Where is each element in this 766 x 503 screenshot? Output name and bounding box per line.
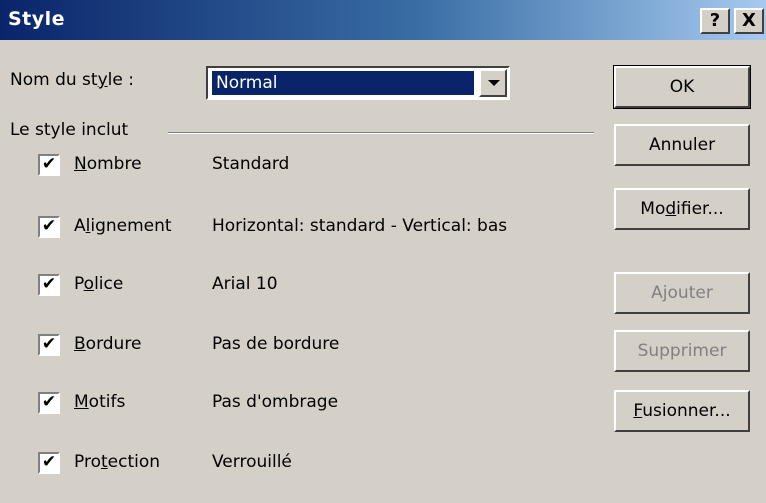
value-protection: Verrouillé — [212, 452, 292, 472]
checkbox-patterns[interactable]: ✔ — [38, 392, 60, 414]
close-button[interactable]: X — [734, 8, 764, 34]
cancel-button[interactable]: Annuler — [614, 124, 750, 166]
label-font: Police — [74, 274, 124, 294]
checkbox-border[interactable]: ✔ — [38, 334, 60, 356]
label-patterns: Motifs — [74, 392, 126, 412]
merge-button[interactable]: Fusionner... — [614, 390, 750, 432]
value-patterns: Pas d'ombrage — [212, 392, 339, 412]
checkbox-number[interactable]: ✔ — [38, 154, 60, 176]
ok-button[interactable]: OK — [613, 65, 751, 109]
value-alignment: Horizontal: standard - Vertical: bas — [212, 216, 508, 236]
delete-button: Supprimer — [614, 330, 750, 372]
style-name-label: Nom du style : — [10, 70, 134, 90]
style-includes-group-label: Le style inclut — [10, 120, 129, 140]
chevron-down-icon[interactable] — [479, 69, 507, 97]
checkbox-font[interactable]: ✔ — [38, 274, 60, 296]
value-font: Arial 10 — [212, 274, 278, 294]
checkbox-alignment[interactable]: ✔ — [38, 216, 60, 238]
checkbox-protection[interactable]: ✔ — [38, 452, 60, 474]
row-alignment: ✔ Alignement Horizontal: standard - Vert… — [0, 208, 600, 248]
style-name-value: Normal — [211, 70, 475, 96]
value-border: Pas de bordure — [212, 334, 340, 354]
title-bar[interactable]: Style ? X — [0, 0, 766, 40]
add-button: Ajouter — [614, 272, 750, 314]
modify-button[interactable]: Modifier... — [614, 188, 750, 230]
style-name-combo[interactable]: Normal — [206, 66, 510, 100]
value-number: Standard — [212, 154, 290, 174]
row-patterns: ✔ Motifs Pas d'ombrage — [0, 384, 600, 424]
row-border: ✔ Bordure Pas de bordure — [0, 326, 600, 366]
help-button[interactable]: ? — [700, 8, 730, 34]
label-border: Bordure — [74, 334, 142, 354]
label-protection: Protection — [74, 452, 161, 472]
row-number: ✔ Nombre Standard — [0, 146, 600, 186]
row-font: ✔ Police Arial 10 — [0, 266, 600, 306]
group-divider — [168, 132, 594, 134]
row-protection: ✔ Protection Verrouillé — [0, 444, 600, 484]
window-title: Style — [8, 8, 66, 30]
label-number: Nombre — [74, 154, 142, 174]
label-alignment: Alignement — [74, 216, 172, 236]
